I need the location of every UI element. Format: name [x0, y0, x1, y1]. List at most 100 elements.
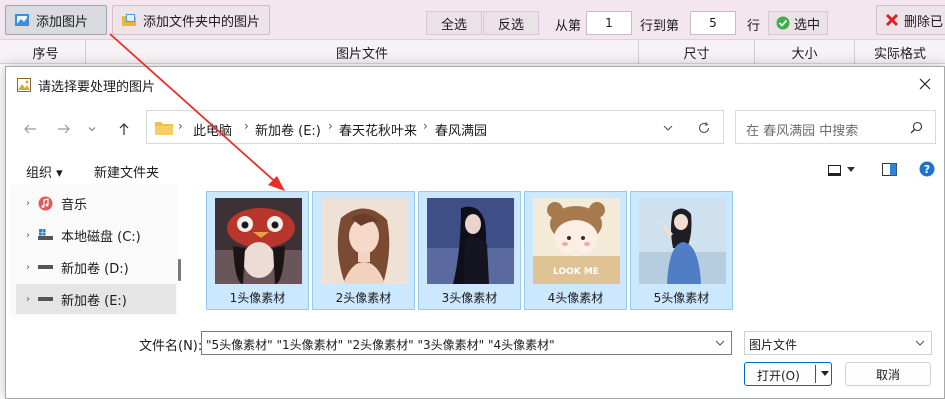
to-row-input[interactable]: 5	[690, 11, 736, 35]
breadcrumb-separator-icon: ›	[244, 119, 249, 133]
col-file[interactable]: 图片文件	[86, 40, 639, 64]
file-item[interactable]: 1头像素材	[206, 191, 309, 310]
file-name: 5头像素材	[653, 291, 710, 305]
col-file-label: 图片文件	[335, 46, 388, 62]
organize-button[interactable]: 组织 ▾	[26, 162, 63, 181]
navigation-pane: › 音乐 › 本地磁盘 (C:) › 新加卷 (D:) › 新加卷 (E:)	[10, 185, 178, 317]
breadcrumb-folder-parent[interactable]: 春天花秋叶来	[339, 120, 417, 139]
file-item[interactable]: 5头像素材	[630, 191, 733, 310]
preview-pane-icon[interactable]	[882, 163, 897, 176]
close-button[interactable]	[912, 72, 938, 96]
back-button[interactable]	[18, 117, 42, 141]
arrow-right-icon	[58, 124, 70, 134]
breadcrumb-this-pc[interactable]: 此电脑	[193, 120, 232, 139]
select-rows-button[interactable]: 选中	[768, 11, 828, 35]
folder-images-icon	[122, 14, 136, 26]
file-grid: 1头像素材 2头像素材 3头像素材 LOOK ME 4头像素材 5头像素材	[206, 191, 741, 311]
breadcrumb-separator-icon: ›	[178, 119, 183, 133]
breadcrumb-folder-current[interactable]: 春风满园	[435, 120, 487, 139]
chevron-down-icon	[847, 167, 855, 172]
drive-icon	[38, 297, 53, 301]
nav-scrollbar[interactable]	[178, 259, 181, 281]
nav-item-label: 新加卷 (E:)	[61, 293, 127, 309]
select-all-label: 全选	[440, 17, 467, 33]
thumbnail-image	[639, 198, 726, 284]
file-list-header: 序号 图片文件 尺寸 大小 实际格式	[0, 40, 945, 64]
chevron-down-icon[interactable]	[821, 371, 829, 377]
col-dimensions[interactable]: 尺寸	[639, 40, 755, 64]
check-circle-icon	[776, 16, 790, 30]
svg-text:?: ?	[924, 163, 930, 176]
filename-input[interactable]: "5头像素材" "1头像素材" "2头像素材" "3头像素材" "4头像素材"	[201, 331, 732, 355]
thumbnail-image	[321, 198, 408, 284]
to-row-label: 行到第	[640, 19, 680, 34]
search-input[interactable]: 在 春风满园 中搜索	[735, 110, 936, 144]
chevron-down-icon	[915, 340, 925, 346]
file-item[interactable]: 3头像素材	[418, 191, 521, 310]
delete-label: 删除已	[904, 14, 944, 30]
refresh-icon[interactable]	[697, 121, 711, 135]
address-bar[interactable]: › 此电脑 › 新加卷 (E:) › 春天花秋叶来 › 春风满园	[146, 110, 724, 144]
music-icon	[38, 196, 53, 210]
col-index[interactable]: 序号	[6, 40, 86, 64]
dialog-title: 请选择要处理的图片	[38, 80, 156, 95]
invert-select-button[interactable]: 反选	[483, 11, 539, 35]
nav-item-drive-e[interactable]: › 新加卷 (E:)	[16, 284, 176, 314]
filename-label: 文件名(N):	[139, 339, 203, 354]
breadcrumb-drive-e[interactable]: 新加卷 (E:)	[255, 120, 321, 139]
help-icon[interactable]: ?	[919, 161, 935, 177]
drive-icon	[38, 265, 53, 269]
col-dimensions-label: 尺寸	[683, 46, 710, 62]
file-type-select[interactable]: 图片文件	[744, 331, 932, 355]
new-folder-button[interactable]: 新建文件夹	[94, 162, 159, 181]
add-folder-images-button[interactable]: 添加文件夹中的图片	[112, 5, 270, 35]
nav-item-music[interactable]: › 音乐	[16, 188, 176, 218]
chevron-down-icon[interactable]	[663, 124, 673, 132]
file-name: 3头像素材	[441, 291, 498, 305]
thumbnail-image: LOOK ME	[533, 198, 620, 284]
expand-chevron-icon: ›	[26, 261, 30, 273]
folder-icon	[155, 122, 173, 135]
select-all-button[interactable]: 全选	[426, 11, 482, 35]
forward-button[interactable]	[52, 117, 76, 141]
nav-item-drive-c[interactable]: › 本地磁盘 (C:)	[16, 220, 176, 250]
nav-item-label: 本地磁盘 (C:)	[61, 229, 141, 245]
command-bar: 组织 ▾ 新建文件夹 ?	[6, 153, 944, 187]
select-rows-label: 选中	[793, 17, 820, 33]
from-row-value: 1	[605, 16, 613, 30]
close-icon	[919, 78, 931, 90]
add-image-button[interactable]: 添加图片	[5, 5, 107, 35]
expand-chevron-icon: ›	[26, 197, 30, 209]
view-mode-button[interactable]	[828, 162, 862, 178]
search-icon	[910, 121, 923, 134]
col-format[interactable]: 实际格式	[855, 40, 945, 64]
expand-chevron-icon: ›	[26, 293, 30, 305]
add-folder-images-label: 添加文件夹中的图片	[143, 14, 261, 30]
dialog-titlebar: 请选择要处理的图片	[6, 67, 944, 101]
row-label: 行	[747, 19, 761, 34]
open-button[interactable]: 打开(O)	[744, 362, 832, 386]
open-file-dialog: 请选择要处理的图片 › 此电脑 › 新加卷 (E:) › 春天花秋叶来 › 春风…	[5, 66, 945, 399]
nav-item-drive-d[interactable]: › 新加卷 (D:)	[16, 252, 176, 282]
from-row-input[interactable]: 1	[586, 11, 632, 35]
col-format-label: 实际格式	[873, 46, 926, 62]
file-name: 2头像素材	[335, 291, 392, 305]
col-size[interactable]: 大小	[755, 40, 855, 64]
file-item[interactable]: 2头像素材	[312, 191, 415, 310]
arrow-up-icon	[119, 123, 129, 135]
col-size-label: 大小	[791, 46, 818, 62]
delete-button[interactable]: 删除已	[876, 5, 945, 35]
col-index-label: 序号	[32, 46, 59, 62]
file-item[interactable]: LOOK ME 4头像素材	[524, 191, 627, 310]
chevron-down-icon	[88, 127, 96, 132]
recent-locations-button[interactable]	[84, 117, 100, 141]
chevron-down-icon[interactable]	[715, 340, 725, 347]
view-mode-icon	[828, 164, 841, 176]
delete-x-icon	[885, 13, 899, 27]
up-button[interactable]	[112, 117, 136, 141]
image-file-icon	[17, 78, 31, 92]
filename-value: "5头像素材" "1头像素材" "2头像素材" "3头像素材" "4头像素材"	[206, 338, 555, 352]
open-split-divider	[815, 365, 816, 383]
open-button-label: 打开(O)	[757, 369, 800, 383]
cancel-button[interactable]: 取消	[845, 362, 931, 386]
